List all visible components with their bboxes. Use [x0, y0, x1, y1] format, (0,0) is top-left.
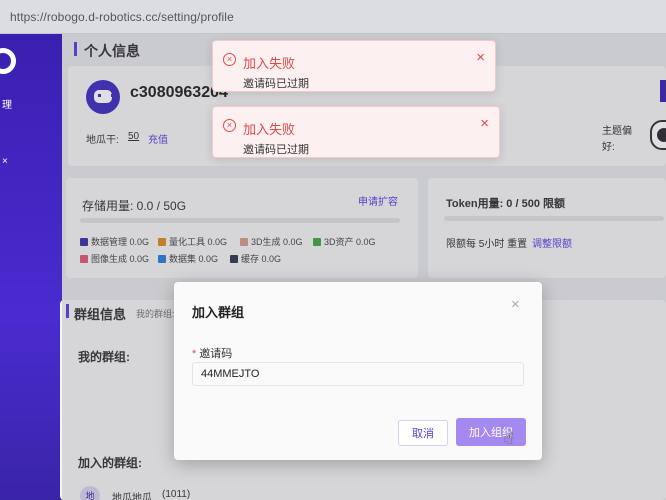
toast-message: 邀请码已过期	[243, 78, 309, 90]
join-group-modal: 加入群组 × *邀请码 取消 加入组织	[174, 282, 542, 460]
toast-message: 邀请码已过期	[243, 144, 309, 156]
invite-code-label: * 邀请码	[192, 345, 232, 361]
toast-title: 加入失败	[243, 122, 296, 137]
sidebar-nav-item-label[interactable]: ×	[2, 156, 8, 167]
cancel-button[interactable]: 取消	[398, 420, 448, 446]
hand-cursor-icon: ☝	[504, 430, 514, 447]
join-organization-button[interactable]: 加入组织	[456, 418, 526, 446]
invite-code-input[interactable]	[192, 362, 524, 386]
sidebar: 理 ×	[0, 34, 62, 500]
error-circle-icon: ×	[223, 53, 236, 66]
browser-url-bar[interactable]: https://robogo.d-robotics.cc/setting/pro…	[0, 0, 666, 34]
url-text[interactable]: https://robogo.d-robotics.cc/setting/pro…	[10, 10, 234, 24]
invite-code-label-text: 邀请码	[199, 348, 233, 360]
close-icon[interactable]: ×	[480, 115, 489, 132]
error-toast: × 加入失败 邀请码已过期 ×	[212, 40, 496, 92]
close-icon[interactable]: ×	[476, 49, 485, 66]
close-icon[interactable]: ×	[511, 296, 520, 313]
required-marker: *	[192, 348, 197, 360]
toast-title: 加入失败	[243, 56, 296, 71]
modal-title: 加入群组	[192, 305, 245, 320]
sidebar-nav-item-label[interactable]: 理	[2, 96, 12, 111]
error-toast: × 加入失败 邀请码已过期 ×	[212, 106, 500, 158]
logo-icon	[0, 48, 16, 74]
error-circle-icon: ×	[223, 119, 236, 132]
